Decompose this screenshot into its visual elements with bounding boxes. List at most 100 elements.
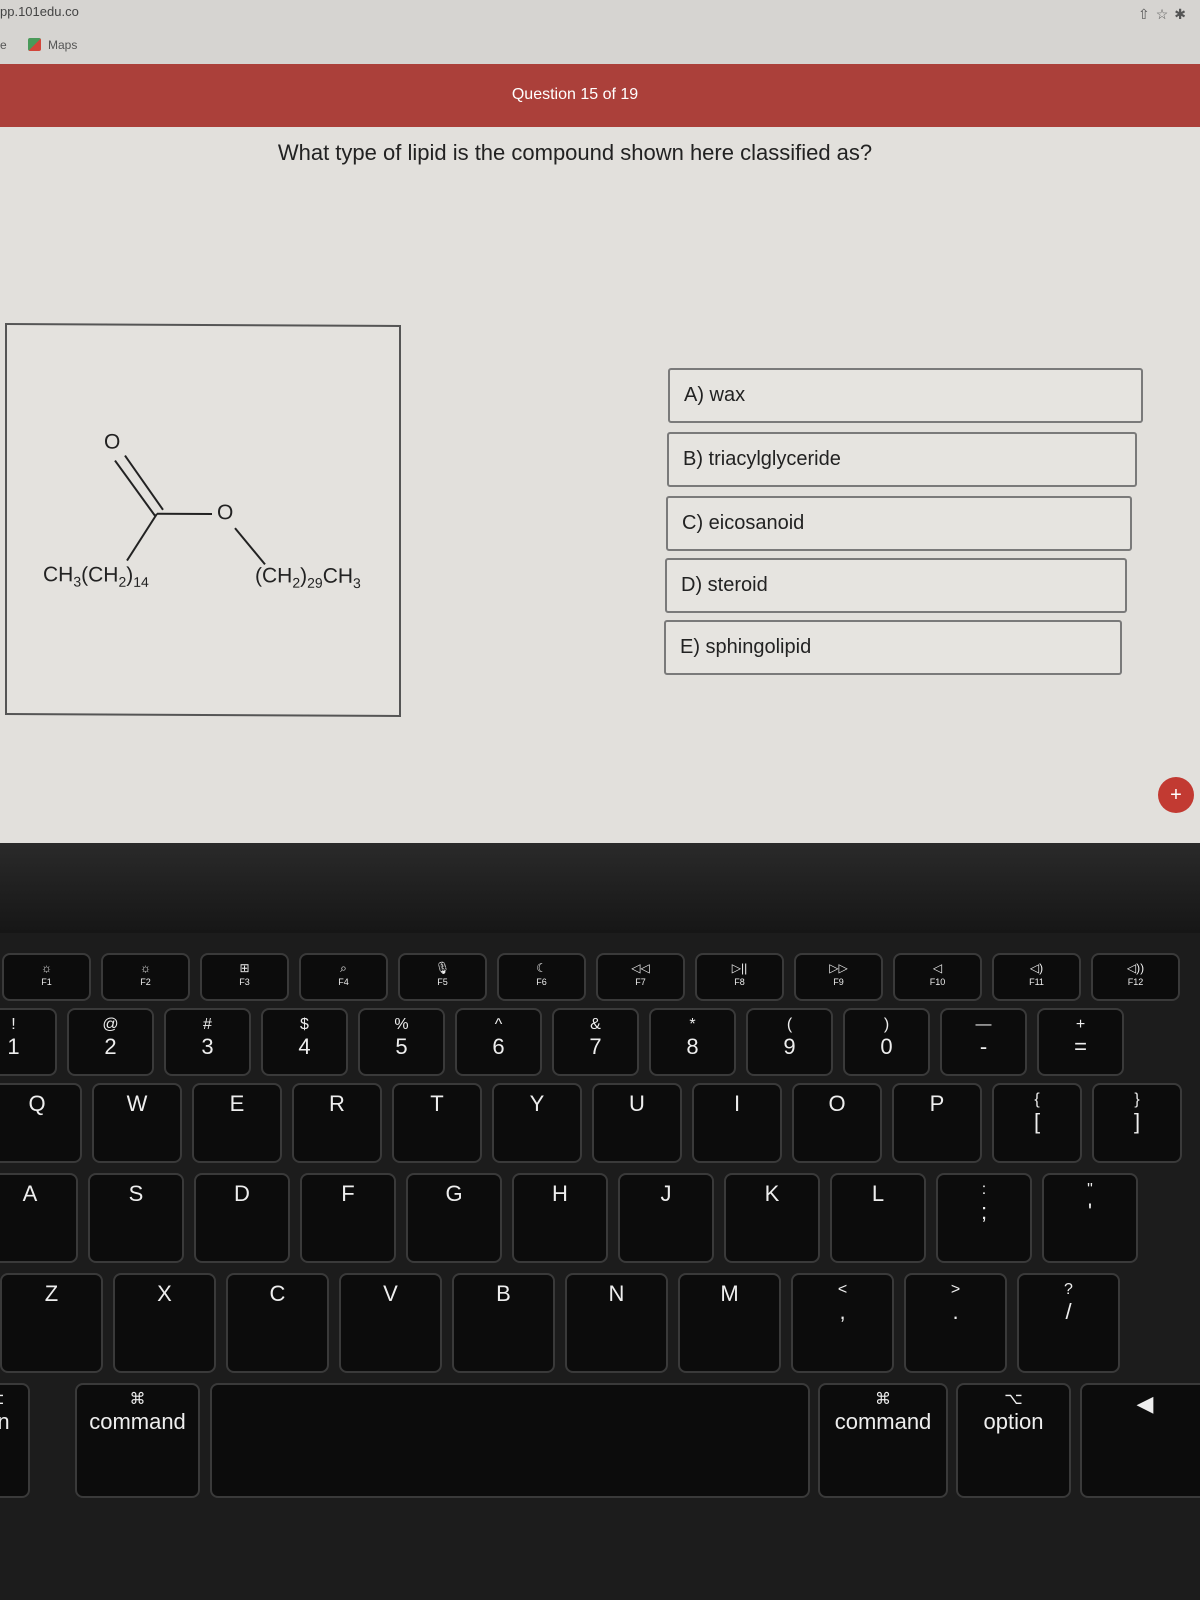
key-space[interactable] <box>210 1383 810 1498</box>
question-text: What type of lipid is the compound shown… <box>277 140 873 165</box>
option-b[interactable]: B) triacylglyceride <box>667 432 1137 487</box>
key-label: T <box>430 1091 444 1116</box>
key-t[interactable]: T <box>392 1083 482 1163</box>
key-label: 8 <box>686 1034 699 1059</box>
key-label: D <box>234 1181 250 1206</box>
key-command[interactable]: ⌘ command <box>75 1383 200 1498</box>
key-f[interactable]: F <box>300 1173 396 1263</box>
bookmark-maps[interactable]: Maps <box>48 38 77 52</box>
key-label: = <box>1074 1034 1087 1059</box>
address-bar[interactable]: pp.101edu.co <box>0 4 79 19</box>
key-label: K <box>764 1181 780 1206</box>
key-f10[interactable]: ◁ F10 <box>893 953 982 1001</box>
key-label: F11 <box>1029 977 1044 987</box>
star-icon[interactable]: ☆ <box>1156 6 1175 22</box>
key-3[interactable]: #3 <box>164 1008 251 1076</box>
key-6[interactable]: ^ 6 <box>455 1008 542 1076</box>
extension-icon[interactable]: ✱ <box>1174 6 1192 22</box>
key-y[interactable]: Y <box>492 1083 582 1163</box>
key-z[interactable]: Z <box>0 1273 103 1373</box>
key-w[interactable]: W <box>92 1083 182 1163</box>
key-label: 6 <box>492 1034 505 1059</box>
key-top-label: ☼ <box>41 961 52 975</box>
key-[interactable]: }] <box>1092 1083 1182 1163</box>
key-[interactable]: {[ <box>992 1083 1082 1163</box>
key-f12[interactable]: ◁)) F12 <box>1091 953 1180 1001</box>
key-4[interactable]: $4 <box>261 1008 348 1076</box>
key-f2[interactable]: ☼ F2 <box>101 953 190 1001</box>
key-l[interactable]: L <box>830 1173 926 1263</box>
key-f4[interactable]: ⌕ F4 <box>299 953 388 1001</box>
key-label: I <box>733 1091 741 1116</box>
key-[interactable]: <, <box>791 1273 894 1373</box>
key-j[interactable]: J <box>618 1173 714 1263</box>
key-9[interactable]: (9 <box>746 1008 833 1076</box>
key-[interactable]: :; <box>936 1173 1032 1263</box>
key-[interactable]: ◀ <box>1080 1383 1200 1498</box>
key-e[interactable]: E <box>192 1083 282 1163</box>
key-m[interactable]: M <box>678 1273 781 1373</box>
option-d[interactable]: D) steroid <box>665 558 1127 613</box>
key-c[interactable]: C <box>226 1273 329 1373</box>
key-x[interactable]: X <box>113 1273 216 1373</box>
acyl-chain: CH3(CH2)14 <box>43 563 149 590</box>
toolbar-icons[interactable]: ⇧☆✱ <box>1138 6 1192 23</box>
key-f1[interactable]: ☼ F1 <box>2 953 91 1001</box>
key-r[interactable]: R <box>292 1083 382 1163</box>
key-7[interactable]: & 7 <box>552 1008 639 1076</box>
share-icon[interactable]: ⇧ <box>1138 6 1156 22</box>
key-f7[interactable]: ◁◁ F7 <box>596 953 685 1001</box>
key-1[interactable]: ! 1 <box>0 1008 57 1076</box>
key-q[interactable]: Q <box>0 1083 82 1163</box>
key-d[interactable]: D <box>194 1173 290 1263</box>
key-top-label: * <box>689 1016 696 1033</box>
add-button[interactable]: + <box>1158 777 1194 813</box>
key-label: S <box>128 1181 144 1206</box>
key-[interactable]: " ' <box>1042 1173 1138 1263</box>
key-f3[interactable]: ⊞ F3 <box>200 953 289 1001</box>
key-label: E <box>229 1091 245 1116</box>
key-label: P <box>929 1091 945 1116</box>
key-[interactable]: >. <box>904 1273 1007 1373</box>
key-k[interactable]: K <box>724 1173 820 1263</box>
key-0[interactable]: ) 0 <box>843 1008 930 1076</box>
key-f5[interactable]: 🎙 F5 <box>398 953 487 1001</box>
key-p[interactable]: P <box>892 1083 982 1163</box>
key-u[interactable]: U <box>592 1083 682 1163</box>
maps-icon <box>28 38 41 51</box>
key-i[interactable]: I <box>692 1083 782 1163</box>
key-v[interactable]: V <box>339 1273 442 1373</box>
key-o[interactable]: O <box>792 1083 882 1163</box>
key-a[interactable]: A <box>0 1173 78 1263</box>
key-b[interactable]: B <box>452 1273 555 1373</box>
key-f8[interactable]: ▷|| F8 <box>695 953 784 1001</box>
key-n[interactable]: N <box>565 1273 668 1373</box>
key-label: A <box>22 1181 38 1206</box>
key-g[interactable]: G <box>406 1173 502 1263</box>
key-2[interactable]: @2 <box>67 1008 154 1076</box>
key-option[interactable]: ⌥ option <box>956 1383 1071 1498</box>
key-top-label: ( <box>786 1016 793 1033</box>
option-a[interactable]: A) wax <box>668 368 1143 423</box>
key-s[interactable]: S <box>88 1173 184 1263</box>
key-top-label: ◁◁ <box>631 961 650 975</box>
key-top-label: ) <box>883 1016 890 1033</box>
key-top-label: # <box>203 1016 212 1033</box>
option-c[interactable]: C) eicosanoid <box>666 496 1132 551</box>
key-command[interactable]: ⌘ command <box>818 1383 948 1498</box>
option-e[interactable]: E) sphingolipid <box>664 620 1122 675</box>
key-f9[interactable]: ▷▷ F9 <box>794 953 883 1001</box>
key-label: F10 <box>929 977 946 987</box>
key-f11[interactable]: ◁) F11 <box>992 953 1081 1001</box>
key-label: / <box>1065 1299 1072 1324</box>
key-ion[interactable]: ⌥ion <box>0 1383 30 1498</box>
key-[interactable]: + = <box>1037 1008 1124 1076</box>
key-[interactable]: — - <box>940 1008 1027 1076</box>
key-8[interactable]: * 8 <box>649 1008 736 1076</box>
key-h[interactable]: H <box>512 1173 608 1263</box>
key-5[interactable]: % 5 <box>358 1008 445 1076</box>
bookmark-partial[interactable]: e <box>0 38 7 52</box>
key-f6[interactable]: ☾ F6 <box>497 953 586 1001</box>
key-[interactable]: ? / <box>1017 1273 1120 1373</box>
key-top-label: ⌥ <box>1004 1391 1023 1408</box>
